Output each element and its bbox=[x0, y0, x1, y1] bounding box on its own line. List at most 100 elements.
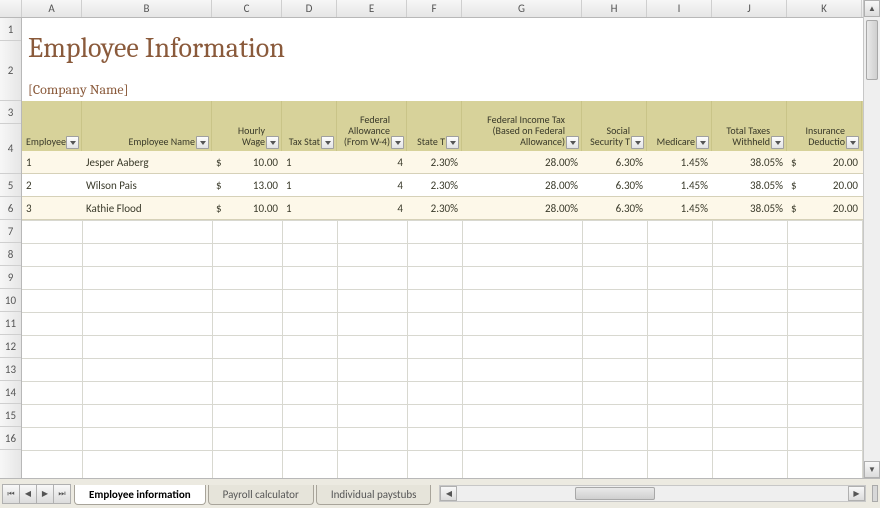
table-cell[interactable]: 28.00% bbox=[462, 202, 582, 215]
table-header-cell[interactable]: Employee Name bbox=[82, 101, 212, 151]
col-header-E[interactable]: E bbox=[337, 0, 407, 17]
split-handle[interactable] bbox=[872, 485, 878, 502]
prev-sheet-button[interactable]: ◀ bbox=[19, 484, 37, 504]
filter-dropdown-icon[interactable] bbox=[771, 136, 784, 149]
col-header-D[interactable]: D bbox=[282, 0, 337, 17]
row-header-11[interactable]: 11 bbox=[0, 312, 21, 335]
table-cell[interactable]: 3 bbox=[22, 202, 82, 215]
table-cell[interactable]: 6.30% bbox=[582, 179, 647, 192]
select-all-corner[interactable] bbox=[0, 0, 22, 17]
table-cell[interactable]: 1.45% bbox=[647, 202, 712, 215]
row-header-16[interactable]: 16 bbox=[0, 427, 21, 450]
table-cell[interactable]: 6.30% bbox=[582, 156, 647, 169]
sheet-tab[interactable]: Individual paystubs bbox=[316, 485, 432, 505]
h-scroll-track[interactable] bbox=[457, 486, 848, 501]
table-cell[interactable]: Wilson Pais bbox=[82, 179, 212, 192]
table-cell[interactable]: 38.05% bbox=[712, 156, 787, 169]
sheet-tab[interactable]: Employee information bbox=[74, 485, 206, 505]
table-row[interactable]: 2Wilson Pais$13.00142.30%28.00%6.30%1.45… bbox=[22, 174, 880, 197]
table-cell[interactable]: 1 bbox=[282, 202, 337, 215]
filter-dropdown-icon[interactable] bbox=[696, 136, 709, 149]
filter-dropdown-icon[interactable] bbox=[66, 136, 79, 149]
row-header-1[interactable]: 1 bbox=[0, 18, 21, 41]
table-cell[interactable]: $20.00 bbox=[787, 179, 862, 192]
row-header-13[interactable]: 13 bbox=[0, 358, 21, 381]
col-header-J[interactable]: J bbox=[712, 0, 787, 17]
col-header-I[interactable]: I bbox=[647, 0, 712, 17]
table-cell[interactable]: $20.00 bbox=[787, 156, 862, 169]
table-cell[interactable]: Kathie Flood bbox=[82, 202, 212, 215]
col-header-C[interactable]: C bbox=[212, 0, 282, 17]
table-cell[interactable]: 38.05% bbox=[712, 179, 787, 192]
col-header-H[interactable]: H bbox=[582, 0, 647, 17]
table-cell[interactable]: 1.45% bbox=[647, 156, 712, 169]
table-cell[interactable]: 2.30% bbox=[407, 179, 462, 192]
row-header-10[interactable]: 10 bbox=[0, 289, 21, 312]
table-cell[interactable]: 1 bbox=[282, 179, 337, 192]
table-cell[interactable]: $10.00 bbox=[212, 202, 282, 215]
col-header-B[interactable]: B bbox=[82, 0, 212, 17]
table-cell[interactable]: $20.00 bbox=[787, 202, 862, 215]
filter-dropdown-icon[interactable] bbox=[391, 136, 404, 149]
row-header-6[interactable]: 6 bbox=[0, 197, 21, 220]
table-row[interactable]: 3Kathie Flood$10.00142.30%28.00%6.30%1.4… bbox=[22, 197, 880, 220]
filter-dropdown-icon[interactable] bbox=[321, 136, 334, 149]
col-header-K[interactable]: K bbox=[787, 0, 862, 17]
filter-dropdown-icon[interactable] bbox=[631, 136, 644, 149]
table-cell[interactable]: 6.30% bbox=[582, 202, 647, 215]
col-header-F[interactable]: F bbox=[407, 0, 462, 17]
row-header-3[interactable]: 3 bbox=[0, 101, 21, 124]
title-cell[interactable]: Employee Information bbox=[22, 18, 880, 78]
row-header-2[interactable]: 2 bbox=[0, 41, 21, 101]
col-header-G[interactable]: G bbox=[462, 0, 582, 17]
table-cell[interactable]: 2.30% bbox=[407, 156, 462, 169]
row-header-14[interactable]: 14 bbox=[0, 381, 21, 404]
table-header-cell[interactable]: Federal Income Tax (Based on Federal All… bbox=[462, 101, 582, 151]
scroll-down-button[interactable]: ▼ bbox=[864, 461, 880, 478]
table-cell[interactable]: 38.05% bbox=[712, 202, 787, 215]
table-header-cell[interactable]: Insurance Deductio bbox=[787, 101, 862, 151]
horizontal-scroll-thumb[interactable] bbox=[575, 487, 655, 500]
table-cell[interactable]: 1.45% bbox=[647, 179, 712, 192]
filter-dropdown-icon[interactable] bbox=[846, 136, 859, 149]
vertical-scroll-thumb[interactable] bbox=[866, 20, 878, 80]
table-cell[interactable]: 2 bbox=[22, 179, 82, 192]
row-header-9[interactable]: 9 bbox=[0, 266, 21, 289]
table-header-cell[interactable]: Social Security T bbox=[582, 101, 647, 151]
subtitle-cell[interactable]: [Company Name] bbox=[22, 78, 880, 101]
filter-dropdown-icon[interactable] bbox=[566, 136, 579, 149]
filter-dropdown-icon[interactable] bbox=[266, 136, 279, 149]
table-cell[interactable]: 1 bbox=[22, 156, 82, 169]
horizontal-scrollbar[interactable]: ◀ ▶ bbox=[439, 485, 866, 502]
table-header-cell[interactable]: Hourly Wage bbox=[212, 101, 282, 151]
scroll-up-button[interactable]: ▲ bbox=[864, 0, 880, 17]
table-cell[interactable]: $10.00 bbox=[212, 156, 282, 169]
table-cell[interactable]: 1 bbox=[282, 156, 337, 169]
sheet-content[interactable]: Employee Information [Company Name] Empl… bbox=[22, 18, 880, 478]
filter-dropdown-icon[interactable] bbox=[446, 136, 459, 149]
scroll-right-button[interactable]: ▶ bbox=[848, 486, 865, 501]
table-cell[interactable]: Jesper Aaberg bbox=[82, 156, 212, 169]
row-header-15[interactable]: 15 bbox=[0, 404, 21, 427]
row-header-4[interactable]: 4 bbox=[0, 124, 21, 174]
table-cell[interactable]: 28.00% bbox=[462, 179, 582, 192]
table-header-cell[interactable]: Total Taxes Withheld bbox=[712, 101, 787, 151]
table-cell[interactable]: 4 bbox=[337, 156, 407, 169]
filter-dropdown-icon[interactable] bbox=[196, 136, 209, 149]
row-header-7[interactable]: 7 bbox=[0, 220, 21, 243]
table-header-cell[interactable]: Tax Stat bbox=[282, 101, 337, 151]
row-header-12[interactable]: 12 bbox=[0, 335, 21, 358]
col-header-A[interactable]: A bbox=[22, 0, 82, 17]
first-sheet-button[interactable]: ⏮ bbox=[2, 484, 20, 504]
table-header-cell[interactable]: State T bbox=[407, 101, 462, 151]
table-cell[interactable]: 28.00% bbox=[462, 156, 582, 169]
row-header-8[interactable]: 8 bbox=[0, 243, 21, 266]
table-header-cell[interactable]: Federal Allowance (From W-4) bbox=[337, 101, 407, 151]
table-cell[interactable]: 4 bbox=[337, 179, 407, 192]
table-cell[interactable]: 2.30% bbox=[407, 202, 462, 215]
row-header-5[interactable]: 5 bbox=[0, 174, 21, 197]
table-row[interactable]: 1Jesper Aaberg$10.00142.30%28.00%6.30%1.… bbox=[22, 151, 880, 174]
last-sheet-button[interactable]: ⏭ bbox=[53, 484, 71, 504]
vertical-scrollbar[interactable]: ▲ ▼ bbox=[863, 0, 880, 478]
sheet-tab[interactable]: Payroll calculator bbox=[208, 485, 314, 505]
